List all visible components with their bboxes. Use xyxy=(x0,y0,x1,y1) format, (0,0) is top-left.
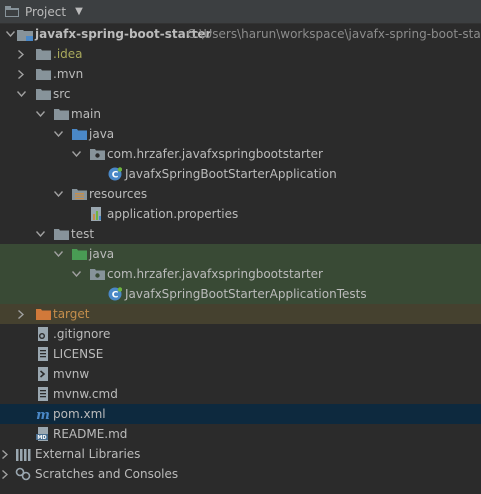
properties-file-icon xyxy=(89,207,105,221)
gitignore-file-icon xyxy=(35,327,51,341)
folder-icon xyxy=(53,227,69,241)
package-icon xyxy=(89,147,105,161)
chevron-down-icon[interactable] xyxy=(52,184,64,204)
tree-node-test-package[interactable]: com.hrzafer.javafxspringbootstarter xyxy=(0,264,481,284)
file-label: pom.xml xyxy=(53,407,106,421)
class-label: JavafxSpringBootStarterApplication xyxy=(125,167,337,181)
tree-node-gitignore[interactable]: .gitignore xyxy=(0,324,481,344)
tree-node-mvn[interactable]: .mvn xyxy=(0,64,481,84)
chevron-right-icon[interactable] xyxy=(15,44,27,64)
svg-text:m: m xyxy=(36,408,50,420)
tree-node-test-java[interactable]: java xyxy=(0,244,481,264)
folder-icon xyxy=(53,107,69,121)
folder-label: main xyxy=(71,107,101,121)
tree-node-application-properties[interactable]: application.properties xyxy=(0,204,481,224)
folder-label: .idea xyxy=(53,47,83,61)
excluded-folder-icon xyxy=(35,307,51,321)
scratches-icon xyxy=(15,467,31,481)
folder-label: .mvn xyxy=(53,67,84,81)
package-label: com.hrzafer.javafxspringbootstarter xyxy=(107,267,323,281)
file-label: .gitignore xyxy=(53,327,111,341)
tree-node-readme[interactable]: MD README.md xyxy=(0,424,481,444)
tree-node-license[interactable]: LICENSE xyxy=(0,344,481,364)
svg-text:MD: MD xyxy=(37,435,46,441)
tree-node-main-package[interactable]: com.hrzafer.javafxspringbootstarter xyxy=(0,144,481,164)
tree-node-pom-xml[interactable]: m pom.xml xyxy=(0,404,481,424)
project-view-dropdown-icon[interactable]: ▼ xyxy=(75,6,83,17)
tree-node-main[interactable]: main xyxy=(0,104,481,124)
tree-node-idea[interactable]: .idea xyxy=(0,44,481,64)
chevron-right-icon[interactable] xyxy=(0,464,11,484)
libraries-icon xyxy=(15,447,31,461)
chevron-down-icon[interactable] xyxy=(52,124,64,144)
folder-label: resources xyxy=(89,187,148,201)
chevron-right-icon[interactable] xyxy=(0,444,11,464)
tree-node-test[interactable]: test xyxy=(0,224,481,244)
chevron-down-icon[interactable] xyxy=(70,264,82,284)
folder-icon xyxy=(35,67,51,81)
folder-icon xyxy=(35,87,51,101)
folder-label: src xyxy=(53,87,71,101)
resources-folder-icon xyxy=(71,187,87,201)
project-root-path: C:\Users\harun\workspace\javafx-spring-b… xyxy=(187,27,481,41)
project-view-title[interactable]: Project xyxy=(25,5,66,19)
test-folder-icon xyxy=(71,247,87,261)
tree-node-mvnw[interactable]: mvnw xyxy=(0,364,481,384)
node-label: External Libraries xyxy=(35,447,141,461)
tree-node-mvnw-cmd[interactable]: mvnw.cmd xyxy=(0,384,481,404)
project-root-label: javafx-spring-boot-starter xyxy=(35,27,212,41)
markdown-file-icon: MD xyxy=(35,427,51,441)
chevron-right-icon[interactable] xyxy=(15,304,27,324)
file-label: mvnw xyxy=(53,367,90,381)
node-label: Scratches and Consoles xyxy=(35,467,179,481)
file-label: LICENSE xyxy=(53,347,104,361)
svg-text:C: C xyxy=(112,291,119,301)
spring-class-icon: C xyxy=(107,167,123,181)
tree-node-target[interactable]: target xyxy=(0,304,481,324)
folder-label: target xyxy=(53,307,90,321)
text-file-icon xyxy=(35,347,51,361)
chevron-down-icon[interactable] xyxy=(34,104,46,124)
tree-node-project-root[interactable]: javafx-spring-boot-starter C:\Users\haru… xyxy=(0,24,481,44)
tree-node-resources[interactable]: resources xyxy=(0,184,481,204)
package-label: com.hrzafer.javafxspringbootstarter xyxy=(107,147,323,161)
chevron-right-icon[interactable] xyxy=(15,64,27,84)
file-label: mvnw.cmd xyxy=(53,387,118,401)
chevron-down-icon[interactable] xyxy=(70,144,82,164)
spring-test-class-icon: C xyxy=(107,287,123,301)
folder-icon xyxy=(35,47,51,61)
chevron-down-icon[interactable] xyxy=(34,224,46,244)
shell-script-icon xyxy=(35,367,51,381)
project-tree[interactable]: javafx-spring-boot-starter C:\Users\haru… xyxy=(0,24,481,484)
folder-label: java xyxy=(89,247,115,261)
project-tool-window-header: Project ▼ xyxy=(0,0,481,24)
tree-node-scratches[interactable]: Scratches and Consoles xyxy=(0,464,481,484)
tree-node-src[interactable]: src xyxy=(0,84,481,104)
svg-text:C: C xyxy=(112,171,119,181)
maven-file-icon: m xyxy=(35,407,51,421)
folder-label: test xyxy=(71,227,95,241)
package-icon xyxy=(89,267,105,281)
tree-node-main-java[interactable]: java xyxy=(0,124,481,144)
tree-node-main-class[interactable]: C JavafxSpringBootStarterApplication xyxy=(0,164,481,184)
source-folder-icon xyxy=(71,127,87,141)
file-label: README.md xyxy=(53,427,128,441)
chevron-down-icon[interactable] xyxy=(15,84,27,104)
class-label: JavafxSpringBootStarterApplicationTests xyxy=(125,287,367,301)
module-folder-icon xyxy=(17,27,33,41)
tree-node-test-class[interactable]: C JavafxSpringBootStarterApplicationTest… xyxy=(0,284,481,304)
project-folder-icon xyxy=(5,6,19,17)
file-label: application.properties xyxy=(107,207,239,221)
folder-label: java xyxy=(89,127,115,141)
chevron-down-icon[interactable] xyxy=(52,244,64,264)
text-file-icon xyxy=(35,387,51,401)
chevron-down-icon[interactable] xyxy=(4,24,16,44)
tree-node-external-libraries[interactable]: External Libraries xyxy=(0,444,481,464)
